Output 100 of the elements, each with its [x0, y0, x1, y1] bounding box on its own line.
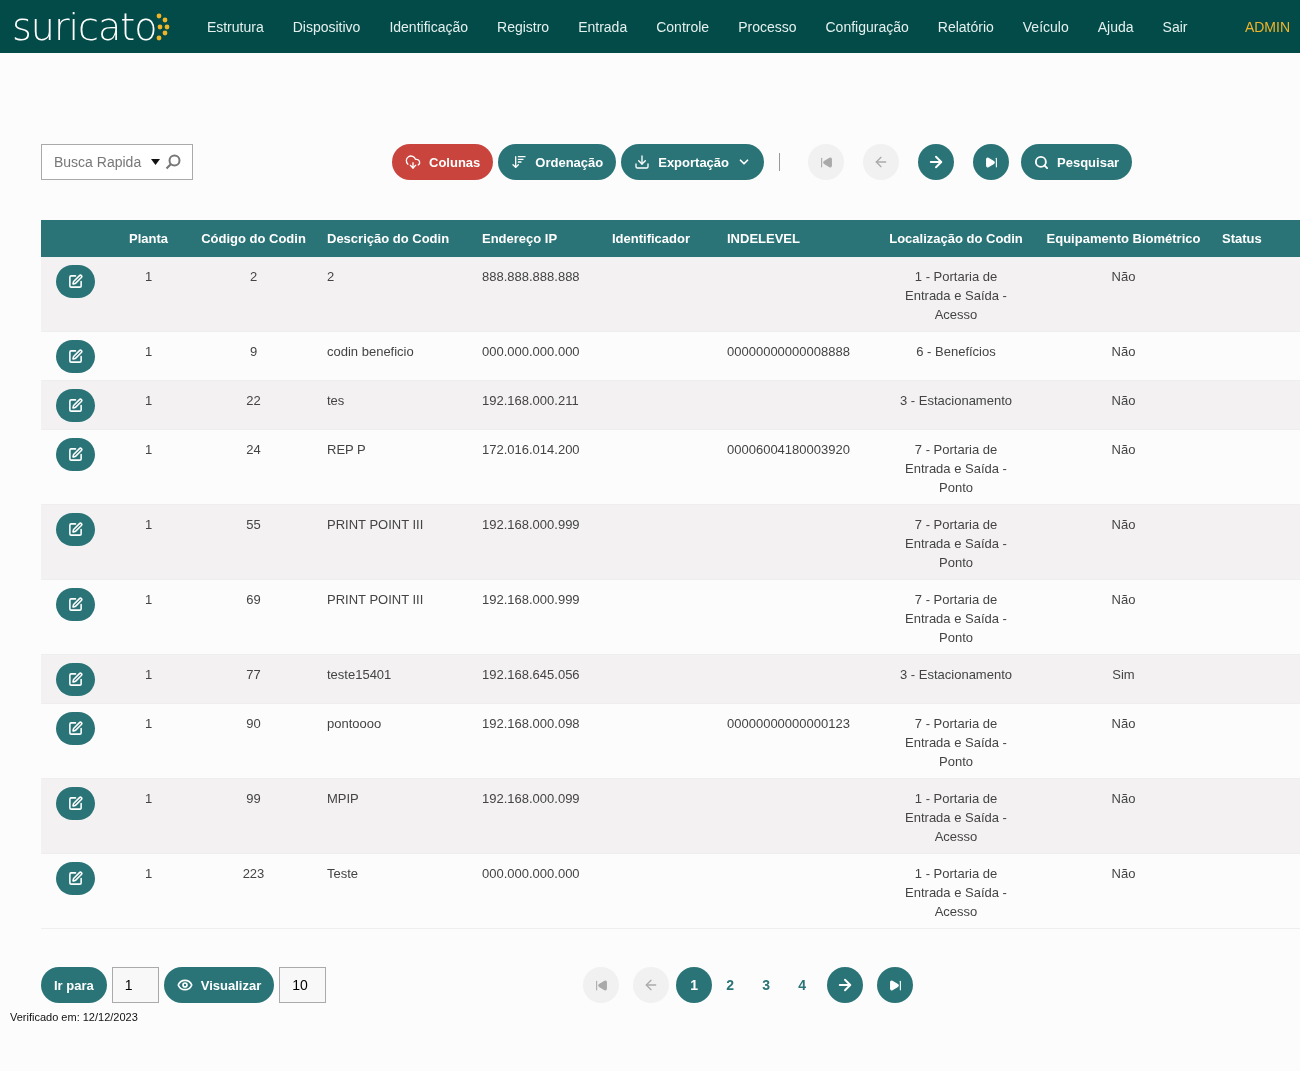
column-header[interactable]: Planta: [111, 220, 186, 257]
table-cell: PRINT POINT III: [327, 592, 424, 607]
table-cell: 192.168.000.098: [482, 716, 580, 731]
edit-button[interactable]: [56, 513, 95, 546]
nav-menu-item[interactable]: Veículo: [1008, 18, 1084, 35]
nav-menu-item[interactable]: Processo: [723, 18, 811, 35]
column-header[interactable]: Endereço IP: [476, 220, 606, 257]
caret-icon: [151, 159, 160, 165]
nav-menu-item[interactable]: Ajuda: [1083, 18, 1149, 35]
edit-icon: [68, 721, 83, 736]
columns-button[interactable]: Colunas: [392, 144, 494, 180]
quick-search-field[interactable]: Busca Rapida: [41, 144, 193, 180]
edit-icon: [68, 522, 83, 537]
view-button[interactable]: Visualizar: [163, 967, 275, 1003]
table-cell: REP P: [327, 442, 366, 457]
nav-menu-item[interactable]: Estrutura: [192, 18, 279, 35]
table-cell-text: 1 - Portaria de Entrada e Saída - Acesso: [904, 790, 1008, 846]
column-header[interactable]: Equipamento Biométrico: [1031, 220, 1216, 257]
table-cell: 1: [144, 592, 153, 607]
last-page-button[interactable]: [877, 967, 914, 1003]
export-button[interactable]: Exportação: [621, 144, 765, 180]
table-cell: 2: [249, 269, 258, 284]
page-size-field[interactable]: 10: [279, 967, 327, 1003]
table-cell: 90: [246, 716, 261, 731]
edit-button[interactable]: [56, 438, 95, 471]
search-button[interactable]: Pesquisar: [1021, 144, 1133, 180]
column-header[interactable]: Código do Codin: [186, 220, 321, 257]
page-button[interactable]: 1: [676, 967, 713, 1003]
column-header[interactable]: Status: [1216, 220, 1300, 257]
table-cell: Não: [1111, 344, 1136, 359]
nav-menu-item[interactable]: Controle: [641, 18, 724, 35]
table-cell: 1: [144, 393, 153, 408]
user-name[interactable]: ADMIN: [1244, 18, 1290, 35]
column-header[interactable]: INDELEVEL: [721, 220, 881, 257]
table-cell: 1: [144, 517, 153, 532]
table-cell-text: 7 - Portaria de Entrada e Saída - Ponto: [904, 591, 1008, 647]
edit-button[interactable]: [56, 712, 95, 745]
table-cell: Não: [1111, 716, 1136, 731]
column-header[interactable]: Identificador: [606, 220, 721, 257]
table-cell-text: 6 - Benefícios: [915, 343, 997, 361]
table-cell: PRINT POINT III: [327, 517, 424, 532]
table-cell: 77: [246, 667, 261, 682]
nav-menu-item[interactable]: Relatório: [923, 18, 1009, 35]
column-header[interactable]: Localização do Codin: [881, 220, 1031, 257]
next-page-button[interactable]: [827, 967, 864, 1003]
table-cell: 1: [144, 866, 153, 881]
table-cell: 000.000.000.000: [482, 344, 580, 359]
logo-text: suricato: [12, 7, 157, 46]
last-page-button[interactable]: [973, 144, 1010, 180]
eye-icon: [176, 977, 193, 993]
edit-button[interactable]: [56, 663, 95, 696]
edit-button[interactable]: [56, 787, 95, 820]
nav-menu-item[interactable]: Identificação: [374, 18, 483, 35]
nav-menu-item[interactable]: Entrada: [563, 18, 642, 35]
table-cell: 1: [144, 269, 153, 284]
sort-button[interactable]: Ordenação: [498, 144, 617, 180]
table-cell: 192.168.000.211: [482, 393, 579, 408]
table-cell: teste15401: [327, 667, 392, 682]
table-cell: 22: [246, 393, 261, 408]
table-cell-text: 1 - Portaria de Entrada e Saída - Acesso: [904, 268, 1008, 324]
table-cell: 192.168.645.056: [482, 667, 580, 682]
table-cell: Não: [1111, 393, 1136, 408]
edit-icon: [68, 398, 83, 413]
edit-button[interactable]: [56, 588, 95, 621]
page-button[interactable]: 3: [748, 967, 785, 1003]
table-cell: 192.168.000.999: [482, 592, 580, 607]
table-cell: 192.168.000.999: [482, 517, 580, 532]
nav-menu-item[interactable]: Sair: [1148, 18, 1202, 35]
table-cell: Teste: [327, 866, 359, 881]
table-cell: Não: [1111, 866, 1136, 881]
edit-button[interactable]: [56, 389, 95, 422]
table-cell: tes: [327, 393, 345, 408]
edit-button[interactable]: [56, 340, 95, 373]
table-cell-text: 1 - Portaria de Entrada e Saída - Acesso: [904, 865, 1008, 921]
next-page-button[interactable]: [918, 144, 955, 180]
table-cell: 000.000.000.000: [482, 866, 580, 881]
table-cell: 1: [144, 716, 153, 731]
nav-menu-item[interactable]: Dispositivo: [278, 18, 375, 35]
skip-forward-icon: [888, 978, 902, 992]
go-to-button[interactable]: Ir para: [41, 967, 107, 1003]
logo-dots-icon: [156, 12, 171, 41]
column-header[interactable]: Descrição do Codin: [321, 220, 476, 257]
table-cell: 2: [327, 269, 335, 284]
table-cell: 24: [246, 442, 261, 457]
nav-menu-item[interactable]: Configuração: [811, 18, 924, 35]
table-cell: 69: [246, 592, 261, 607]
edit-button[interactable]: [56, 862, 95, 895]
search-icon: [1034, 154, 1050, 170]
search-icon: [165, 154, 181, 170]
page-button[interactable]: 4: [784, 967, 821, 1003]
edit-icon: [68, 871, 83, 886]
edit-button[interactable]: [56, 265, 95, 298]
skip-forward-icon: [984, 155, 998, 169]
page-button[interactable]: 2: [712, 967, 749, 1003]
table-cell: 00000000000008888: [727, 344, 850, 359]
table-cell: 888.888.888.888: [482, 269, 580, 284]
table-cell-text: 3 - Estacionamento: [899, 666, 1013, 684]
table-cell: 1: [144, 791, 153, 806]
nav-menu-item[interactable]: Registro: [482, 18, 564, 35]
page-number-field[interactable]: 1: [111, 967, 159, 1003]
